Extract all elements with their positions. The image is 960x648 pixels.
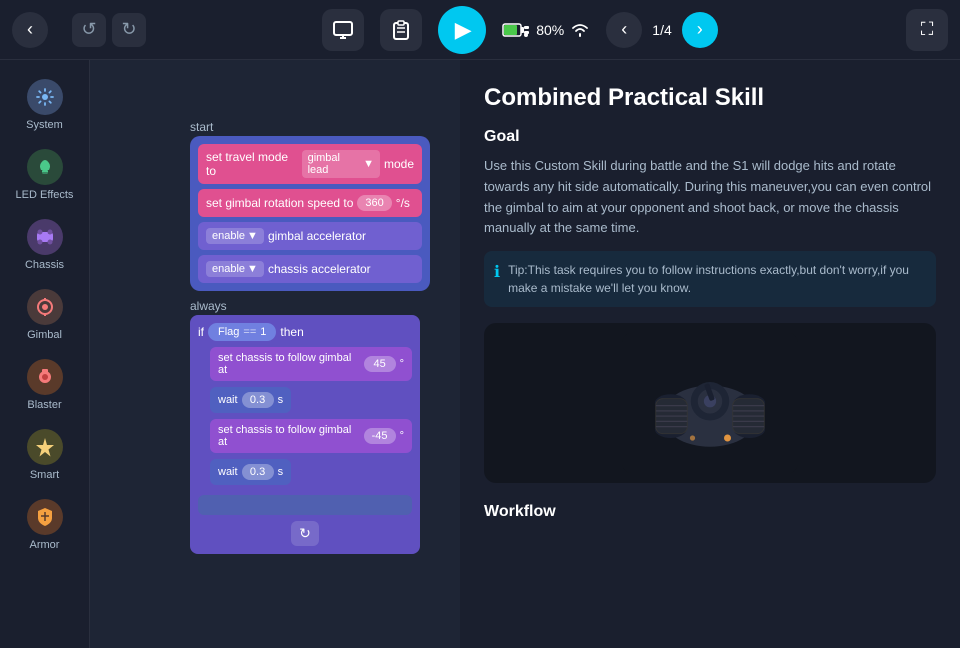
undo-icon: ↺ — [81, 19, 96, 40]
tip-text: Tip:This task requires you to follow ins… — [508, 261, 926, 297]
back-button[interactable]: ‹ — [12, 12, 48, 48]
redo-icon: ↻ — [121, 19, 136, 40]
always-label: always — [190, 299, 430, 313]
sidebar-label-armor: Armor — [30, 539, 60, 551]
tip-icon: ℹ — [494, 262, 500, 297]
system-icon — [27, 79, 63, 115]
gimbal-icon — [27, 289, 63, 325]
monitor-button[interactable] — [322, 9, 364, 51]
tip-box: ℹ Tip:This task requires you to follow i… — [484, 251, 936, 307]
gimbal-lead-select[interactable]: gimbal lead ▼ — [302, 150, 380, 178]
enable-chassis-block[interactable]: enable ▼ chassis accelerator — [198, 255, 422, 283]
blocks-canvas: start set travel mode to gimbal lead ▼ m… — [190, 120, 430, 554]
undo-button[interactable]: ↺ — [72, 13, 106, 47]
rotation-speed-block[interactable]: set gimbal rotation speed to 360 °/s — [198, 189, 422, 217]
armor-icon — [27, 499, 63, 535]
nav-area: ‹ 1/4 › — [606, 12, 717, 48]
sidebar-item-gimbal[interactable]: Gimbal — [5, 280, 85, 350]
smart-icon — [27, 429, 63, 465]
follow1-value[interactable]: 45 — [364, 356, 396, 372]
sidebar-item-system[interactable]: System — [5, 70, 85, 140]
back-icon: ‹ — [27, 19, 33, 40]
play-button[interactable]: ▶ — [438, 6, 486, 54]
play-icon: ▶ — [455, 17, 472, 43]
bottom-bar — [198, 495, 412, 515]
workflow-heading: Workflow — [484, 503, 936, 521]
repeat-button[interactable]: ↻ — [291, 521, 319, 546]
follow-45-block[interactable]: set chassis to follow gimbal at 45 ° — [210, 347, 412, 381]
battery-percent: 80% — [536, 22, 564, 38]
battery-area: 80% — [502, 21, 590, 39]
enable2-select[interactable]: enable ▼ — [206, 261, 264, 277]
goal-heading: Goal — [484, 128, 936, 146]
sidebar-label-smart: Smart — [30, 469, 59, 481]
chassis-icon — [27, 219, 63, 255]
sidebar-label-chassis: Chassis — [25, 259, 64, 271]
prev-page-button[interactable]: ‹ — [606, 12, 642, 48]
sidebar-item-chassis[interactable]: Chassis — [5, 210, 85, 280]
battery-truck-icon — [502, 21, 530, 39]
panel-title: Combined Practical Skill — [484, 84, 936, 112]
right-panel: Combined Practical Skill Goal Use this C… — [460, 60, 960, 648]
main-content: System LED Effects — [0, 60, 960, 648]
sidebar-label-led: LED Effects — [16, 189, 74, 201]
wait1-value[interactable]: 0.3 — [242, 392, 274, 408]
sidebar-label-blaster: Blaster — [27, 399, 61, 411]
page-indicator: 1/4 — [652, 22, 671, 38]
travel-mode-block[interactable]: set travel mode to gimbal lead ▼ mode — [198, 144, 422, 184]
robot-image — [484, 323, 936, 483]
follow-neg45-block[interactable]: set chassis to follow gimbal at -45 ° — [210, 419, 412, 453]
topbar-actions: ↺ ↻ — [72, 13, 146, 47]
enable-gimbal-block[interactable]: enable ▼ gimbal accelerator — [198, 222, 422, 250]
wifi-icon — [570, 22, 590, 38]
wait2-block[interactable]: wait 0.3 s — [210, 459, 291, 485]
goal-text: Use this Custom Skill during battle and … — [484, 156, 936, 239]
flag-oval[interactable]: Flag == 1 — [208, 323, 276, 341]
sidebar-label-gimbal: Gimbal — [27, 329, 62, 341]
blocks-area: start set travel mode to gimbal lead ▼ m… — [90, 60, 460, 648]
follow2-value[interactable]: -45 — [364, 428, 396, 444]
sidebar-item-blaster[interactable]: Blaster — [5, 350, 85, 420]
topbar: ‹ ↺ ↻ ▶ — [0, 0, 960, 60]
monitor-icon — [332, 19, 354, 41]
topbar-center: ▶ 80% ‹ 1/4 › — [146, 6, 894, 54]
fullscreen-button[interactable]: ⛶ — [906, 9, 948, 51]
if-row: if Flag == 1 then — [198, 323, 412, 341]
start-label: start — [190, 120, 430, 134]
main-block-group: set travel mode to gimbal lead ▼ mode se… — [190, 136, 430, 291]
sidebar-item-led-effects[interactable]: LED Effects — [5, 140, 85, 210]
rotation-value[interactable]: 360 — [357, 195, 391, 211]
enable1-select[interactable]: enable ▼ — [206, 228, 264, 244]
led-icon — [27, 149, 63, 185]
clipboard-icon — [391, 19, 411, 41]
topbar-left: ‹ ↺ ↻ — [12, 12, 146, 48]
sidebar-item-armor[interactable]: Armor — [5, 490, 85, 560]
clipboard-button[interactable] — [380, 9, 422, 51]
fullscreen-icon: ⛶ — [921, 19, 934, 40]
sidebar: System LED Effects — [0, 60, 90, 648]
sidebar-label-system: System — [26, 119, 63, 131]
redo-button[interactable]: ↻ — [112, 13, 146, 47]
next-page-button[interactable]: › — [682, 12, 718, 48]
wait2-value[interactable]: 0.3 — [242, 464, 274, 480]
blaster-icon — [27, 359, 63, 395]
always-block: if Flag == 1 then set chassis to follow … — [190, 315, 420, 554]
sidebar-item-smart[interactable]: Smart — [5, 420, 85, 490]
wait1-block[interactable]: wait 0.3 s — [210, 387, 291, 413]
robot-illustration — [620, 333, 800, 473]
